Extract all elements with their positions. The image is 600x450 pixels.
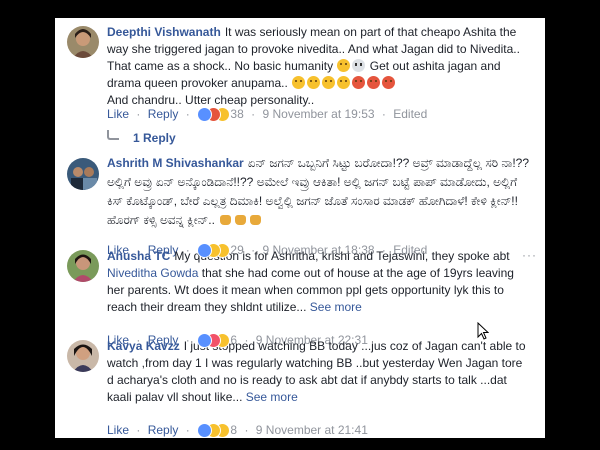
reply-arrow-icon xyxy=(107,130,119,140)
reactions-summary[interactable] xyxy=(197,333,231,348)
reply-link[interactable]: Reply xyxy=(148,107,179,121)
clapping-hands-icon xyxy=(249,213,262,226)
like-reaction-icon xyxy=(197,333,213,348)
reply-count: 1 Reply xyxy=(133,131,176,145)
separator: · xyxy=(251,107,256,121)
like-link[interactable]: Like xyxy=(107,107,129,121)
skull-icon xyxy=(352,59,366,72)
avatar-photo xyxy=(67,158,99,190)
separator: · xyxy=(185,423,190,437)
reaction-count[interactable]: 8 xyxy=(230,423,237,437)
view-replies-link[interactable]: 1 Reply xyxy=(107,130,176,146)
angry-face-icon xyxy=(367,76,381,89)
comment-author[interactable]: Anusha TC xyxy=(107,249,170,263)
avatar[interactable] xyxy=(67,26,99,58)
reply-link[interactable]: Reply xyxy=(148,423,179,437)
comment-text: And chandru.. Utter cheap personality.. xyxy=(107,93,315,107)
angry-face-icon xyxy=(382,76,396,89)
separator: · xyxy=(136,423,141,437)
comment-author[interactable]: Deepthi Vishwanath xyxy=(107,25,221,39)
reaction-count[interactable]: 38 xyxy=(230,107,243,121)
crying-face-icon xyxy=(337,59,351,72)
comment-timestamp[interactable]: 9 November at 19:53 xyxy=(262,107,374,121)
reactions-summary[interactable] xyxy=(197,243,231,258)
edited-label[interactable]: Edited xyxy=(393,107,427,121)
separator: · xyxy=(136,107,141,121)
separator: · xyxy=(381,107,386,121)
avatar-photo xyxy=(67,340,99,372)
comment-options-button[interactable]: ··· xyxy=(522,248,537,262)
avatar-photo xyxy=(67,26,99,58)
separator: · xyxy=(244,423,249,437)
clapping-hands-icon xyxy=(234,213,247,226)
comment-body: Deepthi Vishwanath It was seriously mean … xyxy=(107,24,532,109)
comment-timestamp[interactable]: 9 November at 21:41 xyxy=(256,423,368,437)
comment-actions: Like · Reply · 38 · 9 November at 19:53 … xyxy=(107,106,427,122)
confused-face-icon xyxy=(292,76,306,89)
angry-face-icon xyxy=(352,76,366,89)
reactions-summary[interactable] xyxy=(197,423,231,438)
clapping-hands-icon xyxy=(219,213,232,226)
comments-panel: Deepthi Vishwanath It was seriously mean … xyxy=(55,18,545,438)
mouse-cursor-icon xyxy=(477,322,489,340)
comment-body: Ashrith M Shivashankar ಏನ್ ಜಗನ್ ಒಬ್ಬನಿಗೆ … xyxy=(107,154,532,230)
avatar-photo xyxy=(67,250,99,282)
user-mention[interactable]: Niveditha Gowda xyxy=(107,266,198,280)
comment-actions: Like · Reply · 8 · 9 November at 21:41 xyxy=(107,422,368,438)
confounded-face-icon xyxy=(307,76,321,89)
comment-body: Kavya Kavzz I just stopped watching BB to… xyxy=(107,338,532,406)
avatar[interactable] xyxy=(67,250,99,282)
see-more-link[interactable]: See more xyxy=(246,390,298,404)
avatar[interactable] xyxy=(67,158,99,190)
comment-body: Anusha TC My question is for Ashritha, kr… xyxy=(107,248,532,316)
options-icon: ··· xyxy=(522,248,537,262)
like-link[interactable]: Like xyxy=(107,423,129,437)
reactions-summary[interactable] xyxy=(197,107,231,122)
like-reaction-icon xyxy=(197,243,213,258)
separator: · xyxy=(185,107,190,121)
tired-face-icon xyxy=(322,76,336,89)
like-reaction-icon xyxy=(197,423,213,438)
crying-face-icon xyxy=(337,76,351,89)
avatar[interactable] xyxy=(67,340,99,372)
like-reaction-icon xyxy=(197,107,213,122)
see-more-link[interactable]: See more xyxy=(310,300,362,314)
comment-author[interactable]: Kavya Kavzz xyxy=(107,339,180,353)
comment-author[interactable]: Ashrith M Shivashankar xyxy=(107,156,244,170)
